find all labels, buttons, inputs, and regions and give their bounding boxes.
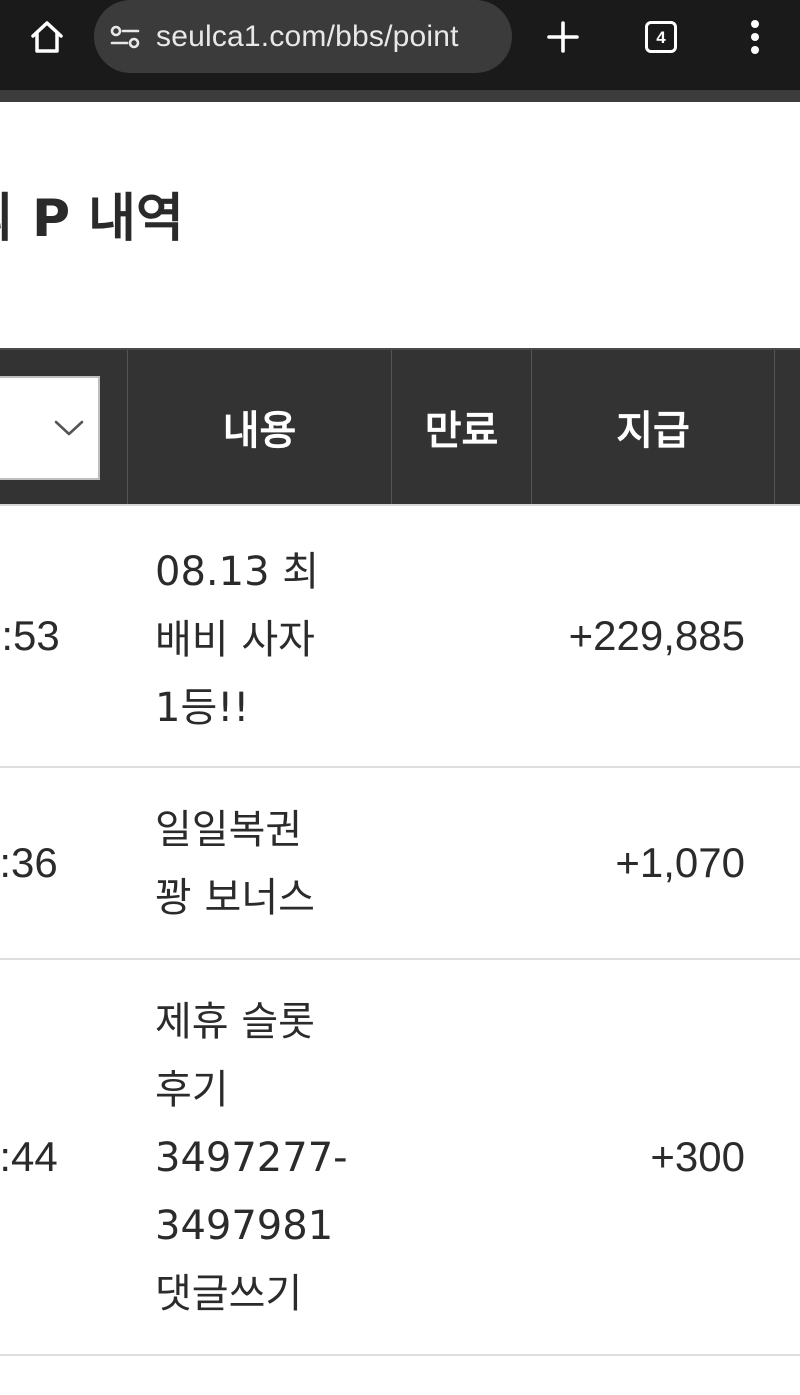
row-pay-amount: +1,070 <box>615 839 745 886</box>
points-table-header: 내용 만료 지급 <box>0 348 800 506</box>
row-content-line: 3497277- <box>155 1135 348 1181</box>
tab-count: 4 <box>656 27 666 47</box>
address-bar[interactable]: seulca1.com/bbs/point <box>94 0 512 73</box>
row-content-line: 후기 <box>155 1067 229 1113</box>
tab-switcher-button[interactable]: 4 <box>636 12 686 62</box>
row-pay-amount: +229,885 <box>568 612 745 659</box>
row-content: 08.13 최 배비 사자 1등!! <box>155 538 370 742</box>
row-content-line: 제휴 슬롯 <box>155 999 315 1045</box>
row-content-line: 일일복권 <box>155 807 303 853</box>
row-time: 1:53 <box>0 612 60 659</box>
column-header-extra <box>774 350 800 504</box>
row-content-line: 1등!! <box>155 685 250 731</box>
chevron-down-icon <box>54 420 84 436</box>
plus-icon <box>547 21 579 53</box>
home-icon <box>31 21 63 53</box>
column-header-content: 내용 <box>127 350 391 504</box>
row-content-line: 배비 사자 <box>155 617 315 663</box>
row-content-line: 08.13 최 <box>155 549 320 595</box>
column-header-pay: 지급 <box>531 350 774 504</box>
site-settings-icon[interactable] <box>108 20 142 54</box>
browser-toolbar: seulca1.com/bbs/point 4 <box>0 0 800 90</box>
table-row: 1:53 08.13 최 배비 사자 1등!! +229,885 <box>0 506 800 768</box>
row-time: 3:36 <box>0 839 58 886</box>
row-time: 3:44 <box>0 1133 58 1180</box>
more-vert-icon <box>751 20 759 54</box>
page-title: 의 P 내역 <box>0 189 184 249</box>
points-table-body: 1:53 08.13 최 배비 사자 1등!! +229,885 3:36 일일… <box>0 506 800 1356</box>
tab-switcher-icon: 4 <box>645 21 677 53</box>
table-row: 3:36 일일복권 꽝 보너스 +1,070 <box>0 768 800 960</box>
table-row: 3:44 제휴 슬롯 후기 3497277- 3497981 댓글쓰기 +300 <box>0 960 800 1356</box>
row-content-line: 3497981 <box>155 1203 334 1249</box>
column-header-expire: 만료 <box>391 350 531 504</box>
row-content-line: 댓글쓰기 <box>155 1271 303 1317</box>
row-content: 일일복권 꽝 보너스 <box>155 796 370 932</box>
toolbar-divider <box>0 90 800 102</box>
row-content: 제휴 슬롯 후기 3497277- 3497981 댓글쓰기 <box>155 988 370 1328</box>
row-content-line: 꽝 보너스 <box>155 875 315 921</box>
browser-menu-button[interactable] <box>730 12 780 62</box>
home-button[interactable] <box>22 12 72 62</box>
row-pay-amount: +300 <box>650 1133 745 1180</box>
new-tab-button[interactable] <box>538 12 588 62</box>
date-filter-select[interactable] <box>0 376 100 480</box>
url-text[interactable]: seulca1.com/bbs/point <box>156 20 459 54</box>
